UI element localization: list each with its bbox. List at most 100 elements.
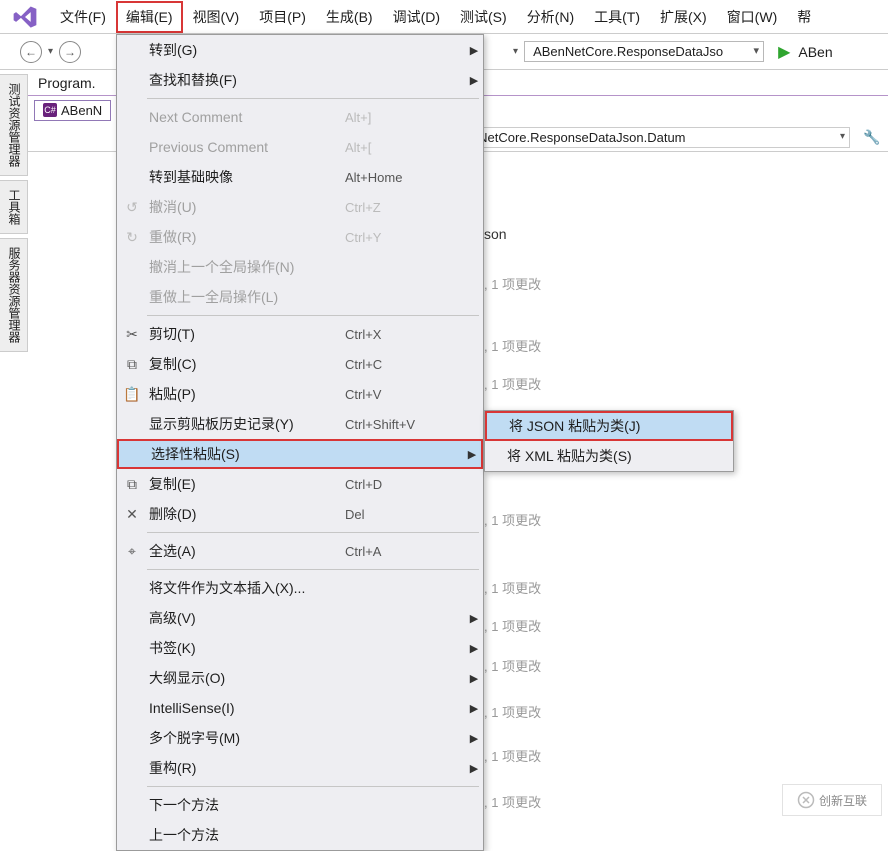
change-annotation: , 1 项更改 [484, 616, 541, 635]
edit-menu-item[interactable]: ⧉复制(C)Ctrl+C [117, 349, 483, 379]
edit-menu-item[interactable]: 转到(G)▶ [117, 35, 483, 65]
menu-item-shortcut: Ctrl+Shift+V [345, 417, 465, 432]
menu-item-label: 撤消(U) [147, 197, 345, 217]
breadcrumb-member[interactable]: BenNetCore.ResponseDataJson.Datum [448, 127, 850, 148]
change-annotation: , 1 项更改 [484, 746, 541, 765]
change-annotation: , 1 项更改 [484, 274, 541, 293]
change-annotation: , 1 项更改 [484, 578, 541, 597]
delete-icon: ✕ [117, 506, 147, 523]
play-label: ABen [798, 44, 832, 60]
edit-menu-item: Previous CommentAlt+[ [117, 132, 483, 162]
menu-item-label: 剪切(T) [147, 324, 345, 344]
change-annotation: , 1 项更改 [484, 336, 541, 355]
menu-file[interactable]: 文件(F) [50, 1, 116, 33]
edit-menu-item[interactable]: 高级(V)▶ [117, 603, 483, 633]
menu-extensions[interactable]: 扩展(X) [650, 1, 717, 33]
side-tab-toolbox[interactable]: 工具箱 [0, 180, 28, 234]
toolbar-chevron: ▾ [513, 46, 518, 57]
menu-item-label: Next Comment [147, 109, 345, 125]
edit-menu-item: Next CommentAlt+] [117, 102, 483, 132]
menu-tools[interactable]: 工具(T) [584, 1, 650, 33]
edit-menu-item[interactable]: 大纲显示(O) ▶ [117, 663, 483, 693]
play-icon[interactable]: ▶ [778, 42, 790, 62]
edit-menu-item[interactable]: 📋粘贴(P)Ctrl+V [117, 379, 483, 409]
menu-item-label: 将 XML 粘贴为类(S) [485, 446, 733, 466]
paste-special-item[interactable]: 将 JSON 粘贴为类(J) [485, 411, 733, 441]
left-tool-tabs: 测试资源管理器 工具箱 服务器资源管理器 [0, 70, 28, 822]
menubar: 文件(F) 编辑(E) 视图(V) 项目(P) 生成(B) 调试(D) 测试(S… [0, 0, 888, 34]
change-annotation: , 1 项更改 [484, 510, 541, 529]
menu-item-label: 撤消上一个全局操作(N) [147, 257, 345, 277]
edit-menu-item[interactable]: 重构(R) ▶ [117, 753, 483, 783]
menu-item-label: 重做(R) [147, 227, 345, 247]
copy-icon: ⧉ [117, 476, 147, 493]
nav-forward-button[interactable]: → [59, 41, 81, 63]
edit-menu-item[interactable]: 多个脱字号(M)▶ [117, 723, 483, 753]
menu-item-label: 下一个方法 [147, 795, 345, 815]
menu-view[interactable]: 视图(V) [183, 1, 250, 33]
menu-item-label: 大纲显示(O) [147, 668, 345, 688]
edit-menu-item[interactable]: 将文件作为文本插入(X)... [117, 573, 483, 603]
menu-item-label: 书签(K) [147, 638, 345, 658]
menu-item-shortcut: Ctrl+C [345, 357, 465, 372]
menu-item-label: 删除(D) [147, 504, 345, 524]
edit-menu-item[interactable]: IntelliSense(I)▶ [117, 693, 483, 723]
menu-build[interactable]: 生成(B) [316, 1, 383, 33]
menu-item-label: 转到基础映像 [147, 167, 345, 187]
menu-item-label: 将 JSON 粘贴为类(J) [487, 416, 731, 436]
edit-menu-item[interactable]: ✂剪切(T)Ctrl+X [117, 319, 483, 349]
submenu-arrow-icon: ▶ [463, 448, 481, 461]
submenu-arrow-icon: ▶ [465, 74, 483, 87]
edit-menu-item[interactable]: 上一个方法 [117, 820, 483, 850]
menu-test[interactable]: 测试(S) [450, 1, 517, 33]
menu-item-shortcut: Alt+[ [345, 140, 465, 155]
edit-menu-item[interactable]: 选择性粘贴(S) ▶ [117, 439, 483, 469]
menu-item-label: 查找和替换(F) [147, 70, 345, 90]
edit-menu-item[interactable]: 转到基础映像Alt+Home [117, 162, 483, 192]
edit-menu-item[interactable]: 查找和替换(F) ▶ [117, 65, 483, 95]
menu-item-label: 显示剪贴板历史记录(Y) [147, 414, 345, 434]
code-fragment: son [484, 226, 507, 242]
edit-menu-item[interactable]: 下一个方法 [117, 790, 483, 820]
edit-menu-item[interactable]: 显示剪贴板历史记录(Y)Ctrl+Shift+V [117, 409, 483, 439]
tab-program[interactable]: Program. [38, 75, 96, 91]
menu-project[interactable]: 项目(P) [249, 1, 316, 33]
menu-item-label: 复制(C) [147, 354, 345, 374]
edit-menu-item[interactable]: ⌖全选(A)Ctrl+A [117, 536, 483, 566]
menu-item-label: 上一个方法 [147, 825, 345, 845]
cut-icon: ✂ [117, 326, 147, 343]
menu-item-label: 选择性粘贴(S) [149, 444, 343, 464]
menu-item-label: 高级(V) [147, 608, 345, 628]
nav-back-chevron: ▾ [48, 46, 53, 57]
menu-edit[interactable]: 编辑(E) [116, 1, 183, 33]
submenu-arrow-icon: ▶ [465, 762, 483, 775]
edit-menu-item: ↻重做(R)Ctrl+Y [117, 222, 483, 252]
side-tab-server-explorer[interactable]: 服务器资源管理器 [0, 238, 28, 352]
submenu-arrow-icon: ▶ [465, 732, 483, 745]
menu-item-label: 转到(G) [147, 40, 345, 60]
watermark-text: 创新互联 [819, 792, 867, 809]
paste-special-item[interactable]: 将 XML 粘贴为类(S) [485, 441, 733, 471]
edit-menu-item: 撤消上一个全局操作(N) [117, 252, 483, 282]
menu-item-label: Previous Comment [147, 139, 345, 155]
menu-analyze[interactable]: 分析(N) [517, 1, 584, 33]
menu-item-label: 全选(A) [147, 541, 345, 561]
menu-item-label: 重做上一全局操作(L) [147, 287, 345, 307]
menu-debug[interactable]: 调试(D) [383, 1, 450, 33]
undo-icon: ↺ [117, 199, 147, 216]
startup-project-dropdown[interactable]: ABenNetCore.ResponseDataJso [524, 41, 764, 62]
nav-back-button[interactable]: ← [20, 41, 42, 63]
edit-menu-item[interactable]: 书签(K)▶ [117, 633, 483, 663]
edit-menu-item[interactable]: ⧉复制(E)Ctrl+D [117, 469, 483, 499]
menu-help[interactable]: 帮 [787, 1, 821, 33]
menu-item-label: 将文件作为文本插入(X)... [147, 578, 345, 598]
side-tab-test-explorer[interactable]: 测试资源管理器 [0, 74, 28, 176]
submenu-arrow-icon: ▶ [465, 672, 483, 685]
watermark: 创新互联 [782, 784, 882, 816]
settings-icon[interactable]: 🔧 [860, 126, 884, 150]
menu-window[interactable]: 窗口(W) [717, 1, 788, 33]
doc-tab-aben[interactable]: C# ABenN [34, 100, 111, 121]
select-all-icon: ⌖ [117, 543, 147, 560]
edit-menu-item[interactable]: ✕删除(D)Del [117, 499, 483, 529]
menu-item-label: 重构(R) [147, 758, 345, 778]
